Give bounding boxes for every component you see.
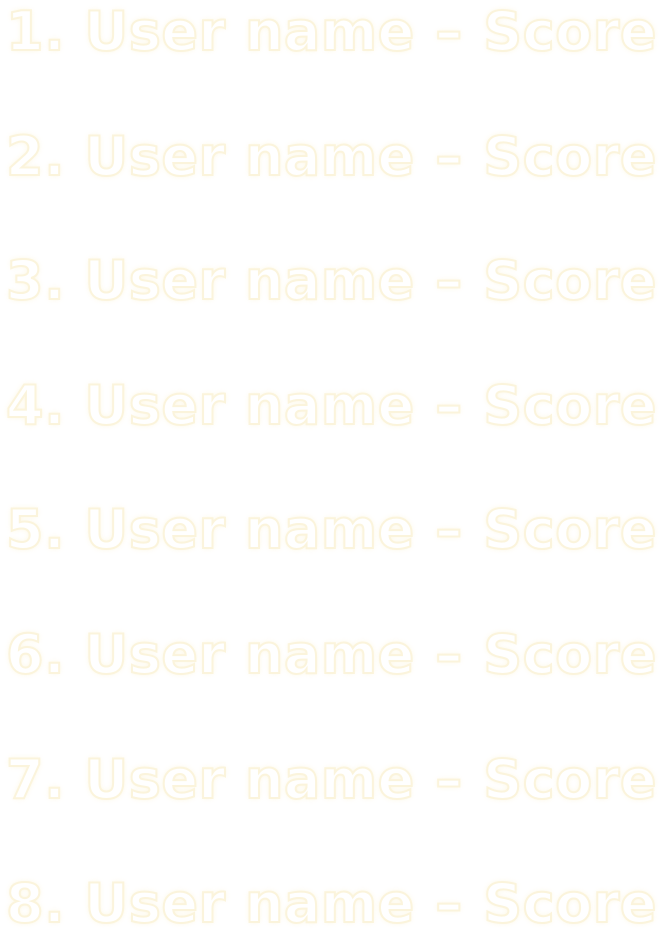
- entry-score: Score: [482, 248, 658, 313]
- entry-rank: 6.: [5, 622, 66, 687]
- entry-score: Score: [482, 622, 658, 687]
- entry-user-name: User name: [83, 871, 415, 936]
- entry-separator: –: [434, 124, 463, 189]
- entry-user-name: User name: [83, 373, 415, 438]
- entry-separator: –: [434, 497, 463, 562]
- entry-score: Score: [482, 373, 658, 438]
- leaderboard-entry-1: 1. User name – Score: [5, 0, 669, 72]
- entry-separator: –: [434, 622, 463, 687]
- leaderboard-entry-7: 7. User name – Score: [5, 740, 669, 820]
- entry-user-name: User name: [83, 747, 415, 812]
- entry-rank: 5.: [5, 497, 66, 562]
- entry-rank: 8.: [5, 871, 66, 936]
- leaderboard-entry-6: 6. User name – Score: [5, 615, 669, 695]
- leaderboard-entry-2: 2. User name – Score: [5, 117, 669, 197]
- entry-rank: 7.: [5, 747, 66, 812]
- leaderboard: 1. User name – Score 2. User name – Score 3.…: [0, 0, 669, 936]
- entry-separator: –: [434, 373, 463, 438]
- entry-separator: –: [434, 0, 463, 64]
- entry-user-name: User name: [83, 0, 415, 64]
- entry-score: Score: [482, 0, 658, 64]
- entry-rank: 1.: [5, 0, 66, 64]
- leaderboard-entry-5: 5. User name – Score: [5, 490, 669, 570]
- entry-separator: –: [434, 871, 463, 936]
- entry-user-name: User name: [83, 497, 415, 562]
- leaderboard-entry-3: 3. User name – Score: [5, 241, 669, 321]
- entry-separator: –: [434, 248, 463, 313]
- leaderboard-entry-8: 8. User name – Score: [5, 864, 669, 944]
- entry-score: Score: [482, 497, 658, 562]
- entry-separator: –: [434, 747, 463, 812]
- entry-user-name: User name: [83, 622, 415, 687]
- entry-rank: 2.: [5, 124, 66, 189]
- entry-user-name: User name: [83, 248, 415, 313]
- leaderboard-entry-4: 4. User name – Score: [5, 366, 669, 446]
- entry-rank: 3.: [5, 248, 66, 313]
- entry-rank: 4.: [5, 373, 66, 438]
- entry-score: Score: [482, 747, 658, 812]
- entry-score: Score: [482, 871, 658, 936]
- entry-score: Score: [482, 124, 658, 189]
- entry-user-name: User name: [83, 124, 415, 189]
